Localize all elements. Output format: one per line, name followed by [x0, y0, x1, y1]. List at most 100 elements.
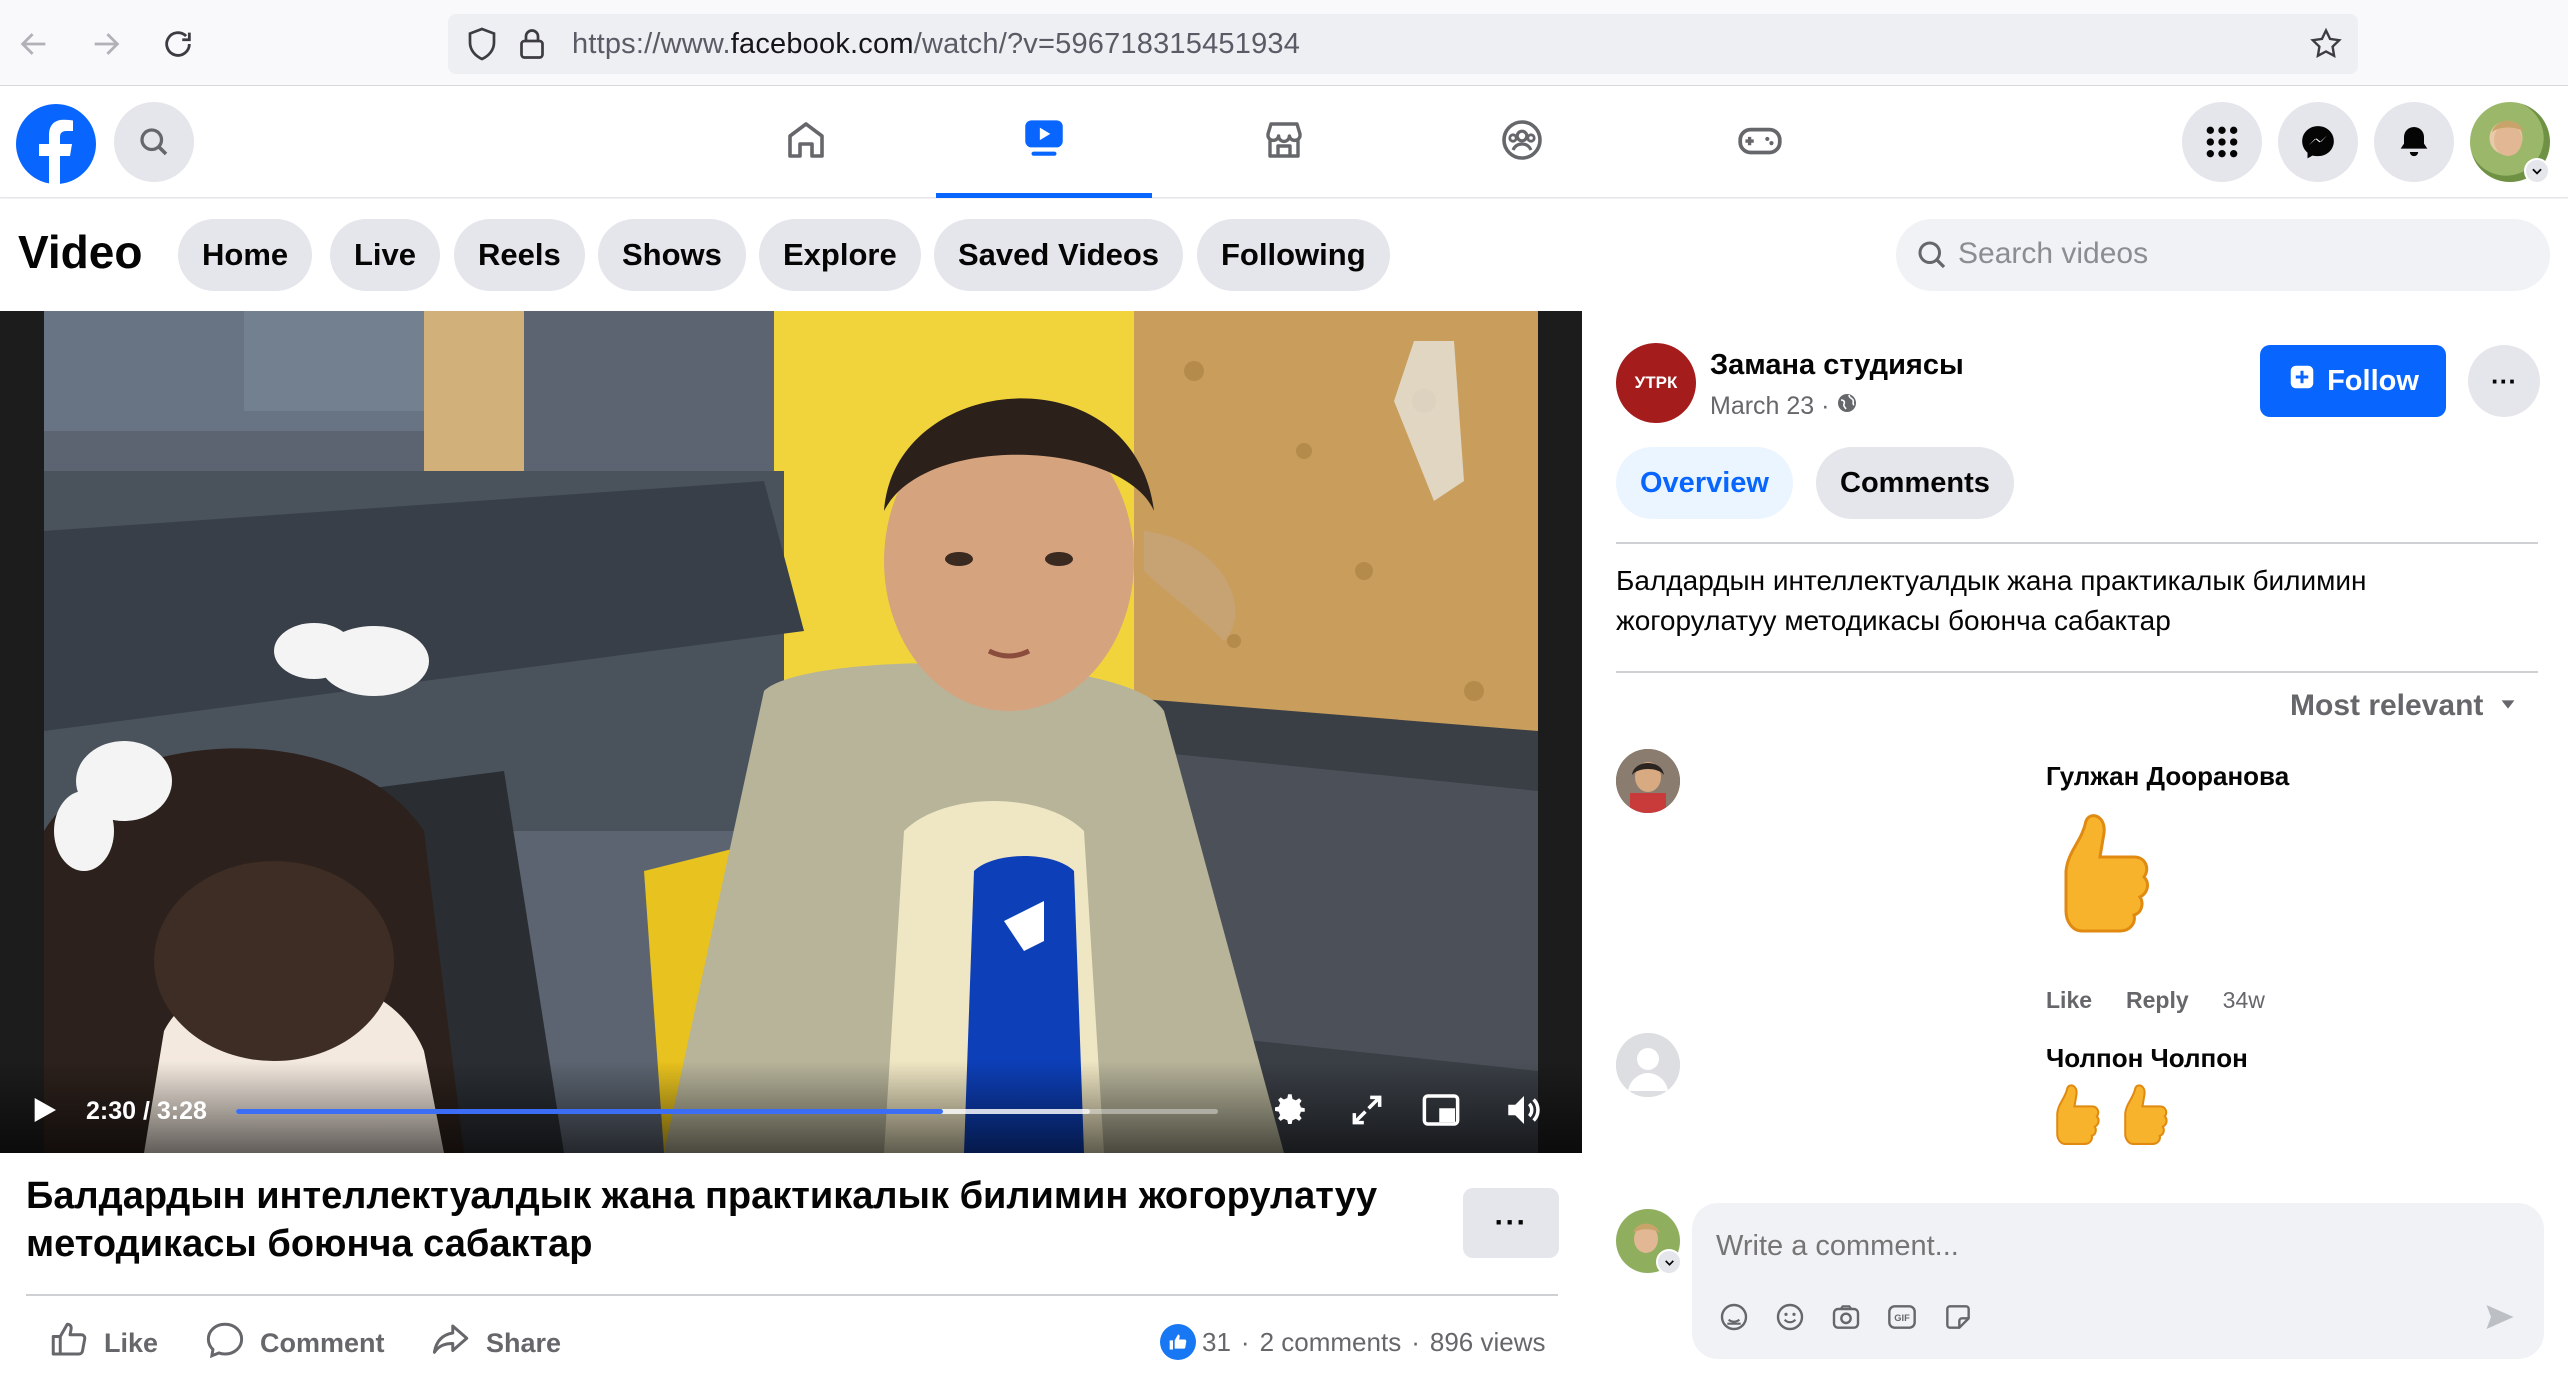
commenter-avatar[interactable]: [1616, 749, 1680, 813]
camera-icon[interactable]: [1828, 1299, 1864, 1335]
emoji-icon[interactable]: [1772, 1299, 1808, 1335]
url-domain: facebook.com: [730, 28, 914, 60]
views-count: 896 views: [1429, 1326, 1546, 1357]
menu-grid-icon[interactable]: [2182, 102, 2262, 182]
pill-home[interactable]: Home: [178, 219, 313, 291]
nav-groups-tab[interactable]: [1414, 86, 1630, 198]
post-date-text[interactable]: March 23 ·: [1710, 392, 1829, 421]
picture-in-picture-icon[interactable]: [1420, 1089, 1462, 1136]
facebook-top-nav: [0, 86, 2568, 198]
video-section-title: Video: [18, 226, 143, 278]
send-icon[interactable]: [2482, 1299, 2518, 1335]
like-label: Like: [104, 1327, 159, 1358]
search-icon: [1914, 237, 1950, 278]
url-bar[interactable]: https://www.facebook.com/watch/?v=596718…: [448, 14, 2358, 74]
settings-gear-icon[interactable]: [1268, 1089, 1310, 1136]
search-videos-field[interactable]: Search videos: [1896, 219, 2550, 291]
play-icon[interactable]: [28, 1093, 60, 1132]
sticker-icon[interactable]: [1940, 1299, 1976, 1335]
page-avatar[interactable]: УТРК: [1616, 343, 1696, 423]
comment-actions: Like Reply 34w: [2046, 987, 2265, 1014]
comment-input[interactable]: [1716, 1221, 2496, 1271]
commenter-avatar-default[interactable]: [1616, 1033, 1680, 1097]
pill-following[interactable]: Following: [1197, 219, 1390, 291]
pill-saved-videos[interactable]: Saved Videos: [934, 219, 1184, 291]
comment-timestamp[interactable]: 34w: [2223, 987, 2265, 1014]
tab-comments[interactable]: Comments: [1816, 447, 2014, 519]
progress-track[interactable]: [236, 1109, 1218, 1114]
comment-sort-dropdown[interactable]: Most relevant: [2290, 689, 2519, 723]
nav-watch-tab[interactable]: [936, 86, 1152, 198]
pill-explore[interactable]: Explore: [759, 219, 921, 291]
forward-icon[interactable]: [84, 22, 128, 66]
video-details-panel: УТРК Замана студиясы March 23 · Follow ·…: [1582, 311, 2568, 1394]
avatar-sticker-icon[interactable]: [1716, 1299, 1752, 1335]
follow-plus-icon: [2287, 362, 2317, 400]
share-button[interactable]: Share: [430, 1318, 561, 1368]
messenger-icon[interactable]: [2278, 102, 2358, 182]
back-icon[interactable]: [12, 22, 56, 66]
fullscreen-icon[interactable]: [1348, 1091, 1386, 1134]
video-player[interactable]: 2:30 / 3:28: [0, 311, 1582, 1153]
video-more-options-button[interactable]: ···: [1463, 1188, 1559, 1258]
page-more-options-button[interactable]: ···: [2468, 345, 2540, 417]
post-date: March 23 ·: [1710, 391, 1859, 422]
pill-live[interactable]: Live: [330, 219, 441, 291]
bookmark-star-icon[interactable]: [2308, 26, 2344, 67]
nav-gaming-tab[interactable]: [1652, 86, 1868, 198]
notifications-bell-icon[interactable]: [2374, 102, 2454, 182]
player-controls: 2:30 / 3:28: [0, 1061, 1582, 1153]
separator-dot: ·: [1411, 1326, 1420, 1357]
comment-label: Comment: [260, 1327, 385, 1358]
page-avatar-logo-text: УТРК: [1634, 373, 1678, 392]
commenter-name[interactable]: Гулжан Дооранова: [2046, 761, 2289, 792]
progress-fill: [236, 1109, 944, 1114]
gif-icon[interactable]: GIF: [1884, 1299, 1920, 1335]
playback-time: 2:30 / 3:28: [86, 1097, 207, 1125]
page-name[interactable]: Замана студиясы: [1710, 349, 1964, 382]
comment-composer: GIF: [1692, 1203, 2544, 1359]
watch-play-icon: [1019, 112, 1069, 167]
volume-icon[interactable]: [1502, 1089, 1546, 1136]
search-icon[interactable]: [114, 102, 194, 182]
follow-button[interactable]: Follow: [2260, 345, 2446, 417]
comment-button[interactable]: Comment: [204, 1318, 385, 1368]
url-path: /watch/?v=596718315451934: [913, 28, 1301, 60]
divider: [1616, 671, 2538, 673]
comment-thumbs-up-emoji: [2046, 811, 2156, 964]
reload-icon[interactable]: [156, 22, 200, 66]
commenter-name[interactable]: Чолпон Чолпон: [2046, 1043, 2248, 1074]
comment-reply-link[interactable]: Reply: [2126, 987, 2189, 1014]
url-text[interactable]: https://www.facebook.com/watch/?v=596718…: [572, 28, 1300, 61]
account-chevron-icon[interactable]: [1656, 1249, 1682, 1275]
comment-like-link[interactable]: Like: [2046, 987, 2092, 1014]
home-icon: [782, 116, 830, 169]
url-prefix: https://www.: [572, 28, 731, 60]
facebook-logo[interactable]: [16, 104, 96, 184]
pill-shows[interactable]: Shows: [598, 219, 746, 291]
search-videos-placeholder: Search videos: [1958, 237, 2149, 270]
divider: [1616, 542, 2538, 544]
lock-icon[interactable]: [514, 26, 550, 67]
nav-home-tab[interactable]: [698, 86, 914, 198]
likes-count[interactable]: 31: [1202, 1327, 1231, 1358]
globe-icon: [1835, 391, 1859, 422]
video-description: Балдардын интеллектуалдык жана практикал…: [1616, 565, 2367, 636]
marketplace-icon: [1260, 116, 1308, 169]
like-button[interactable]: Like: [48, 1318, 158, 1368]
tab-overview[interactable]: Overview: [1616, 447, 1793, 519]
nav-marketplace-tab[interactable]: [1176, 86, 1392, 198]
gaming-icon: [1735, 115, 1785, 170]
caret-down-icon: [2497, 689, 2519, 723]
video-stats: 31 · 2 comments · 896 views: [1160, 1324, 1546, 1360]
share-label: Share: [486, 1327, 562, 1358]
video-frame[interactable]: [44, 311, 1538, 1153]
account-chevron-icon[interactable]: [2524, 158, 2550, 184]
comment-bubble-icon: [204, 1319, 260, 1368]
groups-icon: [1498, 116, 1546, 169]
comments-count[interactable]: 2 comments: [1260, 1327, 1402, 1358]
pill-reels[interactable]: Reels: [454, 219, 585, 291]
shield-icon[interactable]: [464, 26, 500, 67]
sort-label: Most relevant: [2290, 689, 2484, 722]
separator-dot: ·: [1240, 1326, 1250, 1357]
